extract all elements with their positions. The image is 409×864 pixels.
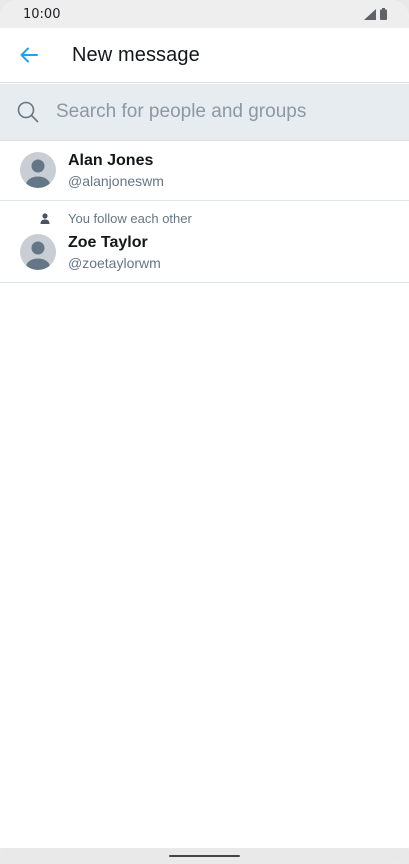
person-icon: [40, 213, 50, 224]
home-gesture-handle[interactable]: [169, 855, 240, 857]
battery-icon: [380, 8, 387, 20]
user-handle: @zoetaylorwm: [68, 255, 161, 271]
back-button[interactable]: [0, 28, 58, 83]
new-message-screen: 10:00 New message Search for people and …: [0, 0, 409, 864]
search-input[interactable]: [56, 101, 386, 123]
signal-icon: [364, 8, 376, 20]
avatar: [20, 234, 56, 270]
search-bar[interactable]: [0, 84, 409, 141]
default-avatar-icon: [26, 241, 50, 270]
status-icons: [364, 8, 387, 20]
list-item[interactable]: You follow each other Zoe Taylor @zoetay…: [0, 201, 409, 283]
arrow-left-icon: [20, 47, 38, 63]
social-context-text: You follow each other: [68, 211, 192, 226]
social-context: You follow each other: [0, 211, 409, 227]
page-title: New message: [72, 43, 200, 66]
list-item[interactable]: Alan Jones @alanjoneswm: [0, 141, 409, 201]
app-bar: New message: [0, 28, 409, 83]
user-name: Zoe Taylor: [68, 234, 148, 251]
results-list: Alan Jones @alanjoneswm You follow each …: [0, 141, 409, 283]
user-handle: @alanjoneswm: [68, 173, 164, 189]
status-time: 10:00: [23, 6, 61, 22]
default-avatar-icon: [26, 159, 50, 188]
user-name: Alan Jones: [68, 152, 154, 169]
avatar: [20, 152, 56, 188]
search-icon-wrap: [0, 101, 56, 123]
search-icon: [17, 101, 39, 123]
status-bar: 10:00: [0, 0, 409, 28]
gesture-bar: [0, 848, 409, 864]
